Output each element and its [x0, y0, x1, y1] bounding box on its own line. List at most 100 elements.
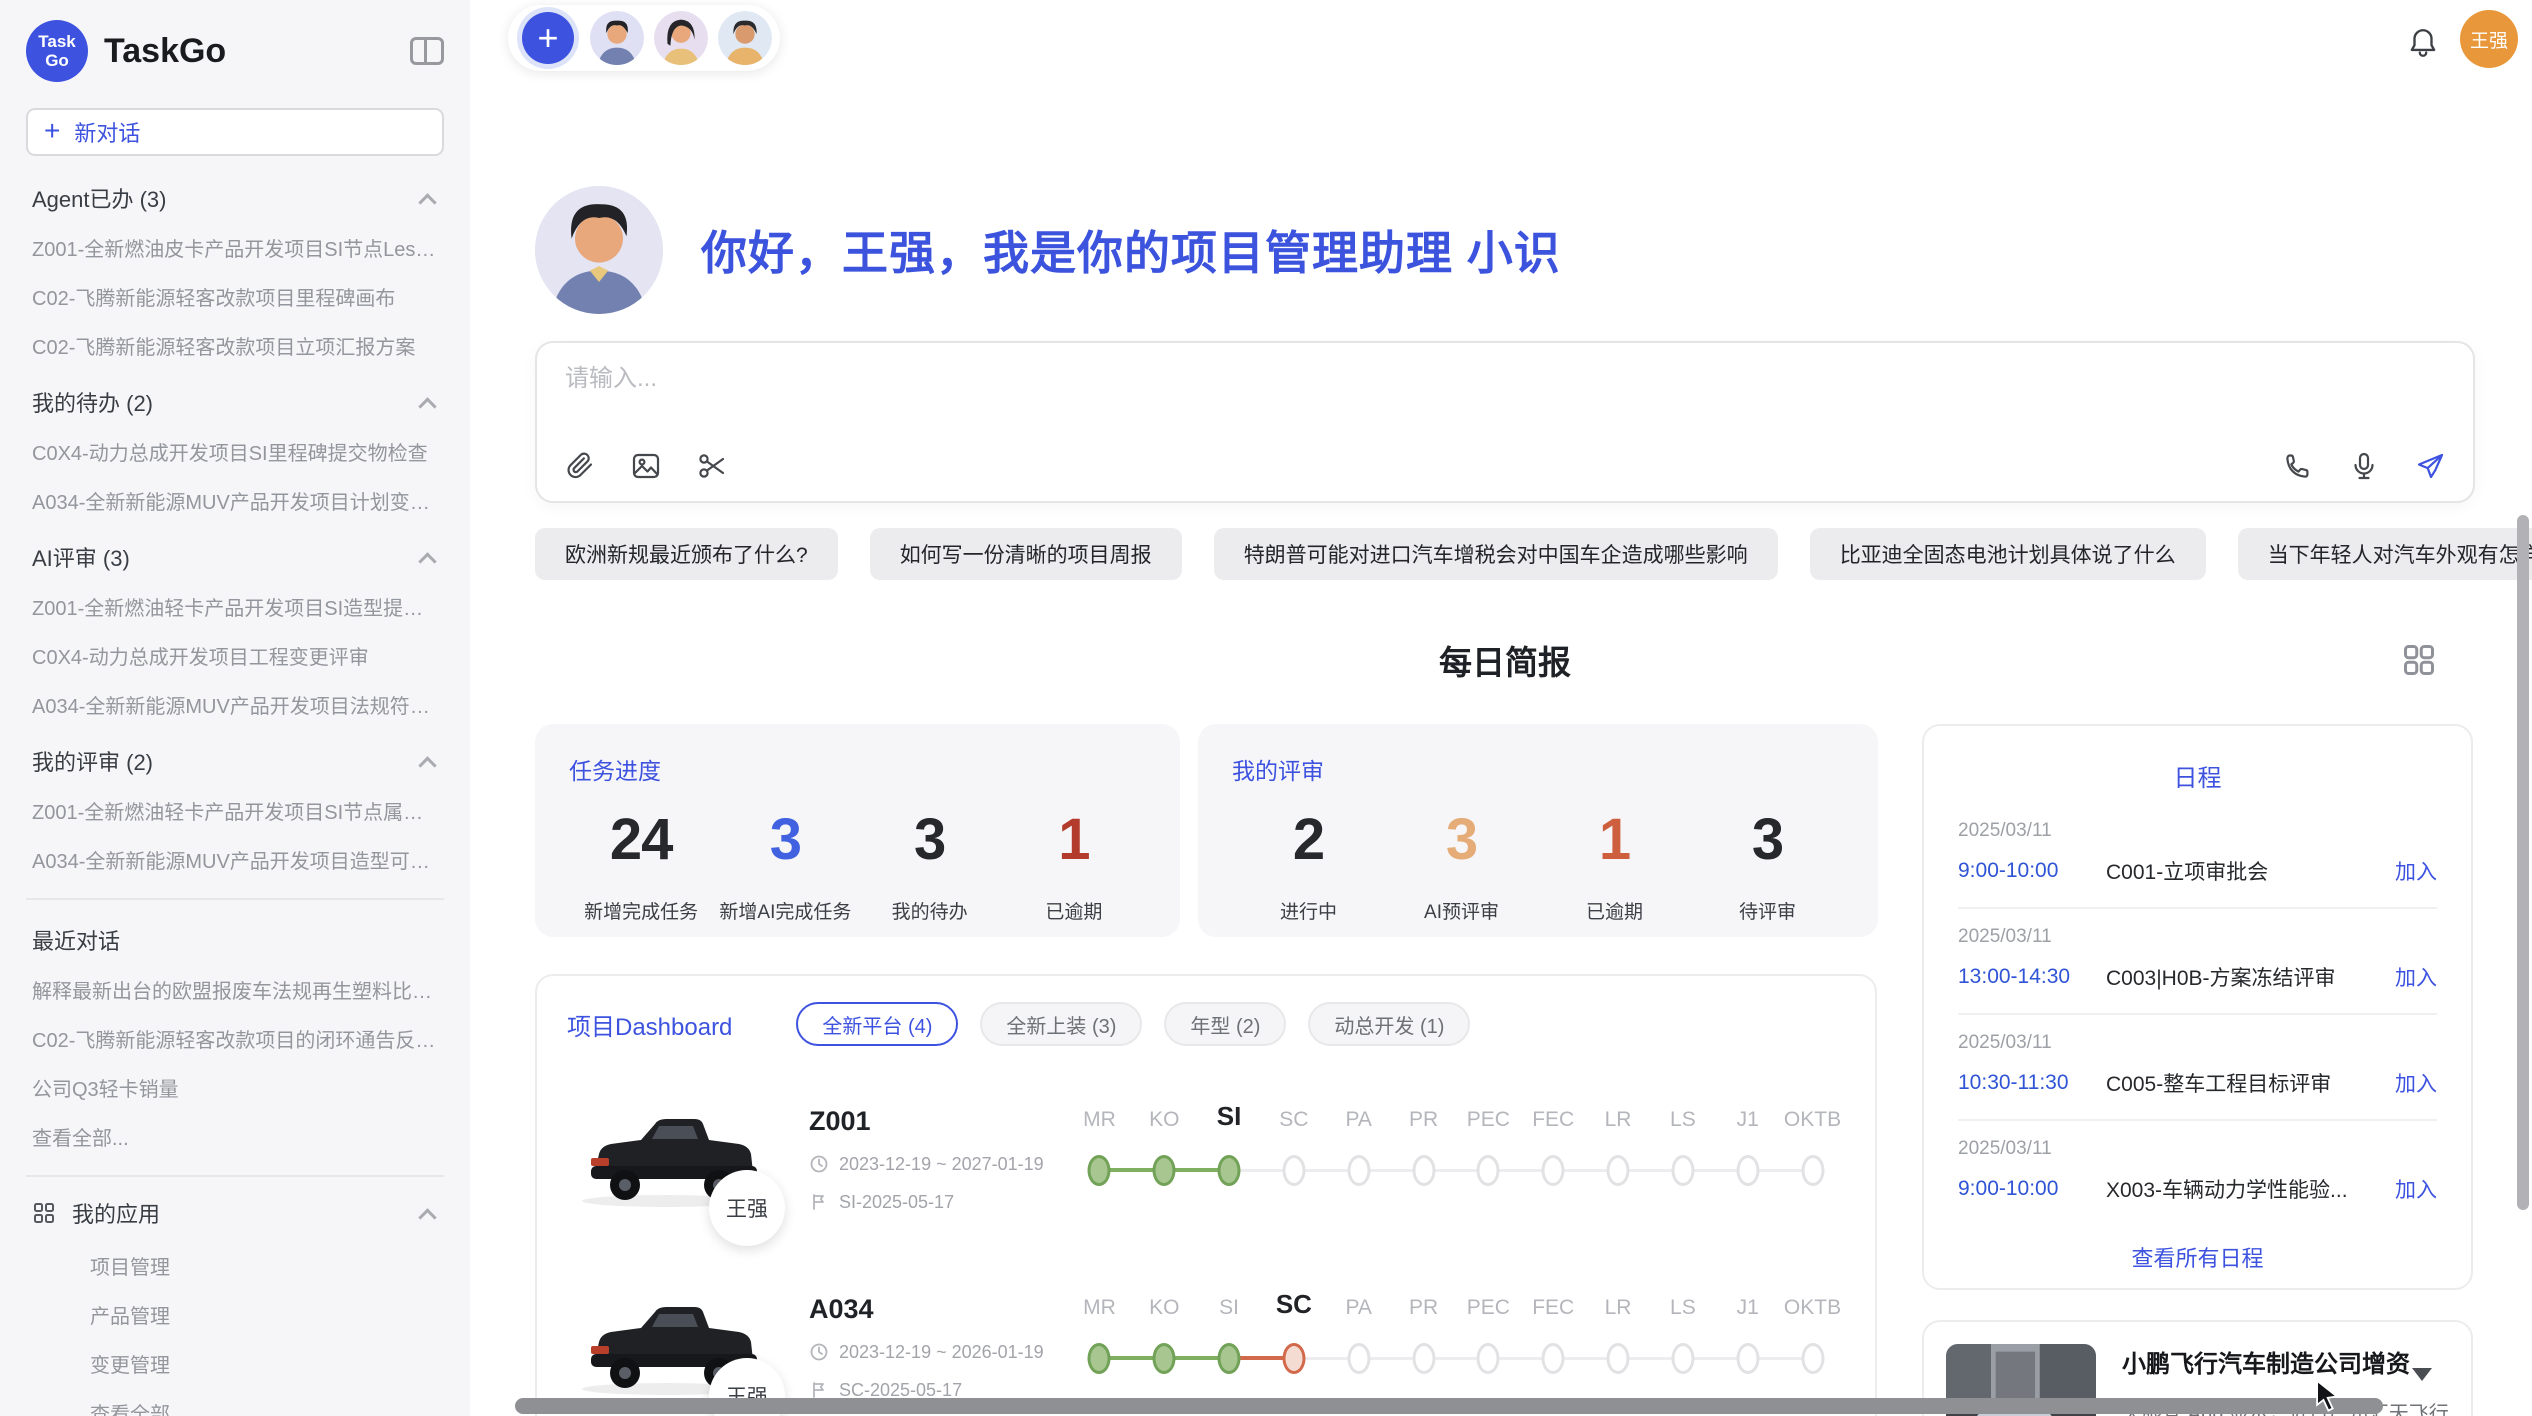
- app-subitem[interactable]: 产品管理: [26, 1290, 444, 1339]
- milestone-node: [1477, 1343, 1500, 1374]
- dashboard-filter[interactable]: 全新上装 (3): [980, 1002, 1142, 1046]
- project-dates: 2023-12-19 ~ 2027-01-19: [839, 1154, 1044, 1175]
- recent-more-link[interactable]: 查看全部...: [26, 1112, 444, 1161]
- main-area: + 王强 你好，王强，我是你的项目管理助理 小识: [470, 0, 2532, 1416]
- notification-bell-icon[interactable]: [2406, 26, 2440, 60]
- horizontal-scrollbar[interactable]: [515, 1398, 2383, 1414]
- dashboard-filters: 全新平台 (4) 全新上装 (3) 年型 (2) 动总开发 (1): [796, 1002, 1470, 1046]
- sidebar-item[interactable]: Z001-全新燃油轻卡产品开发项目SI造型提交物评审: [26, 582, 444, 631]
- agent-avatar-3[interactable]: [718, 11, 772, 65]
- my-review-card: 我的评审 2进行中3AI预评审1已逾期3待评审: [1198, 724, 1878, 937]
- image-upload-icon[interactable]: [631, 451, 661, 481]
- suggestion-chip[interactable]: 特朗普可能对进口汽车增税会对中国车企造成哪些影响: [1214, 528, 1778, 580]
- app-subitem[interactable]: 变更管理: [26, 1339, 444, 1388]
- stat-label: 新增AI完成任务: [713, 897, 857, 924]
- sidebar-section-header[interactable]: Agent已办 (3): [26, 166, 444, 223]
- stat-item: 3待评审: [1691, 806, 1844, 924]
- stat-label: 待评审: [1691, 897, 1844, 924]
- layout-grid-icon[interactable]: [2401, 642, 2437, 678]
- milestone-track: MRKOSISCPAPRPECFECLRLSJ1OKTB: [1067, 1098, 1845, 1210]
- event-date: 2025/03/11: [1958, 1138, 2437, 1160]
- join-link[interactable]: 加入: [2395, 1174, 2437, 1204]
- suggestion-chip[interactable]: 欧洲新规最近颁布了什么?: [535, 528, 838, 580]
- phone-call-icon[interactable]: [2283, 451, 2313, 481]
- sidebar-item[interactable]: C02-飞腾新能源轻客改款项目里程碑画布: [26, 272, 444, 321]
- project-dates: 2023-12-19 ~ 2026-01-19: [839, 1342, 1044, 1363]
- agent-avatar-1[interactable]: [590, 11, 644, 65]
- milestone-label: OKTB: [1780, 1296, 1845, 1320]
- project-row[interactable]: 王强 Z001 2023-12-19 ~ 2027-01-19 SI-2025-…: [567, 1084, 1845, 1234]
- new-chat-button[interactable]: + 新对话: [26, 108, 444, 156]
- suggestion-chip[interactable]: 当下年轻人对汽车外观有怎样的喜好趋势: [2238, 528, 2532, 580]
- join-link[interactable]: 加入: [2395, 856, 2437, 886]
- milestone-node: [1218, 1343, 1241, 1374]
- project-image: 王强: [567, 1106, 767, 1212]
- stat-value: 24: [569, 806, 713, 873]
- event-date: 2025/03/11: [1958, 926, 2437, 948]
- milestone-label: LS: [1650, 1108, 1715, 1132]
- sidebar-section-header[interactable]: 我的待办 (2): [26, 370, 444, 427]
- sidebar-section-header[interactable]: AI评审 (3): [26, 525, 444, 582]
- chat-input[interactable]: [565, 365, 1881, 393]
- dashboard-filter[interactable]: 全新平台 (4): [796, 1002, 958, 1046]
- event-name: C001-立项审批会: [2086, 856, 2395, 886]
- stat-value: 3: [713, 806, 857, 873]
- sidebar-item[interactable]: C0X4-动力总成开发项目工程变更评审: [26, 631, 444, 680]
- scissors-icon[interactable]: [697, 451, 727, 481]
- vertical-scrollbar[interactable]: [2517, 515, 2529, 1210]
- agent-avatar-2[interactable]: [654, 11, 708, 65]
- sidebar-item[interactable]: Z001-全新燃油轻卡产品开发项目SI节点属性5D文件评审: [26, 786, 444, 835]
- send-icon[interactable]: [2415, 451, 2445, 481]
- suggestion-chip[interactable]: 比亚迪全固态电池计划具体说了什么: [1810, 528, 2206, 580]
- stat-label: 我的待办: [858, 897, 1002, 924]
- milestone-label: KO: [1132, 1296, 1197, 1320]
- project-code: A034: [809, 1294, 1067, 1325]
- apps-more-link[interactable]: 查看全部...: [26, 1388, 444, 1416]
- milestone-label: PR: [1391, 1296, 1456, 1320]
- sidebar-item[interactable]: A034-全新新能源MUV产品开发项目计划变更表编写: [26, 476, 444, 525]
- sidebar-item[interactable]: A034-全新新能源MUV产品开发项目造型可行性评审: [26, 835, 444, 884]
- sidebar: Task Go TaskGo + 新对话 Agent已办 (3)Z001-全新燃…: [0, 0, 470, 1416]
- milestone-node: [1347, 1343, 1370, 1374]
- view-all-schedule-link[interactable]: 查看所有日程: [1958, 1241, 2437, 1273]
- milestone-track: MRKOSISCPAPRPECFECLRLSJ1OKTB: [1067, 1286, 1845, 1398]
- sidebar-item[interactable]: Z001-全新燃油皮卡产品开发项目SI节点Lesson Learn报告: [26, 223, 444, 272]
- project-row[interactable]: 王强 A034 2023-12-19 ~ 2026-01-19 SC-2025-…: [567, 1272, 1845, 1416]
- milestone-node: [1607, 1155, 1630, 1186]
- milestone-label: MR: [1067, 1296, 1132, 1320]
- add-session-button[interactable]: +: [522, 12, 574, 64]
- sidebar-section-header[interactable]: 我的评审 (2): [26, 729, 444, 786]
- milestone-node: [1153, 1343, 1176, 1374]
- scroll-down-arrow[interactable]: [2412, 1368, 2432, 1381]
- microphone-icon[interactable]: [2349, 451, 2379, 481]
- stat-item: 2进行中: [1232, 806, 1385, 924]
- dashboard-filter[interactable]: 年型 (2): [1164, 1002, 1286, 1046]
- project-dashboard-card: 项目Dashboard 全新平台 (4)全新上装 (3)年型 (2)动总开发 (…: [535, 974, 1877, 1416]
- sidebar-collapse-icon[interactable]: [410, 37, 444, 65]
- sidebar-item-my-apps[interactable]: 我的应用: [26, 1185, 444, 1241]
- suggestion-chip[interactable]: 如何写一份清晰的项目周报: [870, 528, 1182, 580]
- app-subitem[interactable]: 项目管理: [26, 1241, 444, 1290]
- section-label: AI评审 (3): [32, 541, 130, 573]
- sidebar-item[interactable]: C0X4-动力总成开发项目SI里程碑提交物检查: [26, 427, 444, 476]
- milestone-node: [1218, 1155, 1241, 1186]
- dashboard-filter[interactable]: 动总开发 (1): [1308, 1002, 1470, 1046]
- recent-item[interactable]: C02-飞腾新能源轻客改款项目的闭环通告反馈情况: [26, 1014, 444, 1063]
- join-link[interactable]: 加入: [2395, 1068, 2437, 1098]
- greeting-text: 你好，王强，我是你的项目管理助理 小识: [701, 217, 1561, 283]
- recent-item[interactable]: 公司Q3轻卡销量: [26, 1063, 444, 1112]
- milestone-label: SC: [1261, 1289, 1326, 1320]
- sidebar-item[interactable]: C02-飞腾新能源轻客改款项目立项汇报方案: [26, 321, 444, 370]
- stat-value: 2: [1232, 806, 1385, 873]
- milestone-label: PA: [1326, 1296, 1391, 1320]
- attachment-icon[interactable]: [565, 451, 595, 481]
- user-avatar[interactable]: 王强: [2460, 10, 2518, 68]
- divider: [26, 1175, 444, 1177]
- recent-item[interactable]: 解释最新出台的欧盟报废车法规再生塑料比例被调至15%...: [26, 965, 444, 1014]
- stat-item: 3 新增AI完成任务: [713, 806, 857, 924]
- suggestion-chips: 欧洲新规最近颁布了什么? 如何写一份清晰的项目周报特朗普可能对进口汽车增税会对中国…: [535, 528, 2475, 580]
- milestone-node: [1801, 1155, 1824, 1186]
- section-label: 我的待办 (2): [32, 386, 153, 418]
- join-link[interactable]: 加入: [2395, 962, 2437, 992]
- sidebar-item[interactable]: A034-全新新能源MUV产品开发项目法规符合性评审: [26, 680, 444, 729]
